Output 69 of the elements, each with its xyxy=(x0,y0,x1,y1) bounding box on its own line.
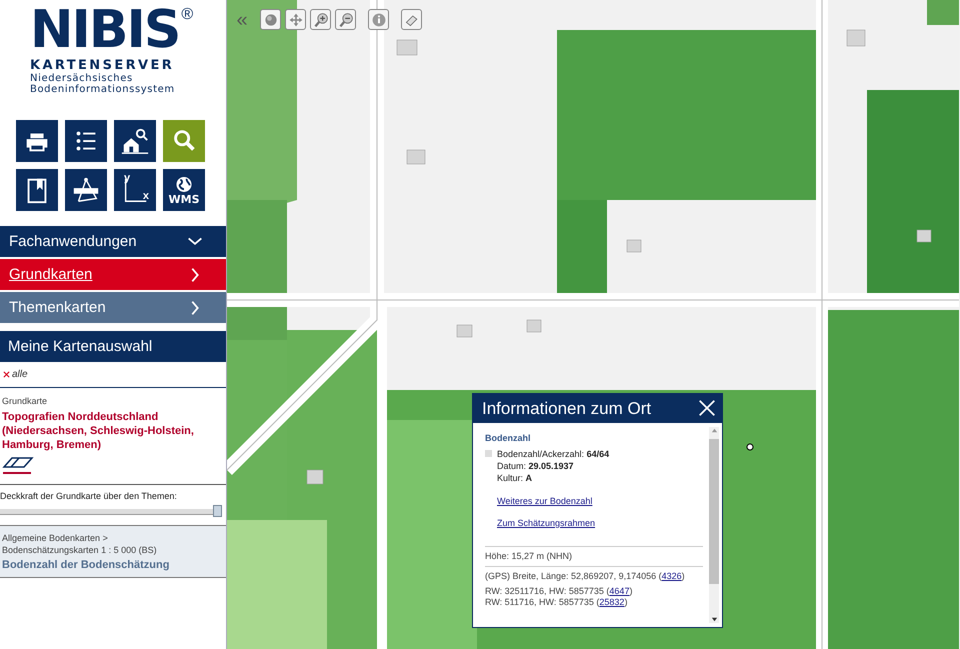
zoom-out-button[interactable] xyxy=(335,9,356,30)
menu-item[interactable]: Fachanwendungen xyxy=(0,226,226,257)
coordinate-text: (GPS) Breite, Länge: 52,869207, 9,174056 (4326) xyxy=(485,571,686,582)
section-header: Meine Kartenauswahl xyxy=(0,331,226,362)
remove-all-link[interactable]: alle xyxy=(12,369,28,380)
opacity-slider[interactable] xyxy=(0,505,222,517)
menu-item[interactable]: Grundkarten xyxy=(0,259,226,290)
coordinate-text: RW: 511716, HW: 5857735 (25832) xyxy=(485,597,628,608)
info-button[interactable] xyxy=(368,9,389,30)
info-icon xyxy=(370,12,386,28)
print-button[interactable] xyxy=(16,120,58,162)
building xyxy=(396,40,418,56)
logo-tagline: Bodeninformationssystem xyxy=(30,84,176,95)
list-button[interactable] xyxy=(65,120,107,162)
map-layers-icon xyxy=(2,455,34,475)
field-text: Datum: 29.05.1937 xyxy=(497,460,575,472)
building xyxy=(916,230,932,242)
breadcrumb-item: Allgemeine Bodenkarten xyxy=(2,533,100,543)
field-text: Bodenzahl/Ackerzahl: 64/64 xyxy=(497,448,610,460)
scrollbar[interactable] xyxy=(709,427,719,623)
building xyxy=(406,150,426,164)
home-search-icon xyxy=(120,126,150,156)
bullet-square xyxy=(485,450,492,457)
close-icon xyxy=(697,398,717,418)
breadcrumb-separator: > xyxy=(102,533,108,543)
pan-icon xyxy=(288,12,304,28)
epsg-link[interactable]: 4326 xyxy=(662,571,682,581)
field-text: Kultur: A xyxy=(497,472,534,484)
theme-layer-name[interactable]: Bodenzahl der Bodenschätzung xyxy=(2,559,224,571)
bookmark-button[interactable] xyxy=(16,169,58,211)
epsg-link[interactable]: 4647 xyxy=(609,586,630,596)
registered-mark: ® xyxy=(181,6,194,24)
info-link[interactable]: Zum Schätzungsrahmen xyxy=(497,518,703,528)
height-text: Höhe: 15,27 m (NHN) xyxy=(485,551,574,562)
popup-title: Informationen zum Ort xyxy=(482,398,652,418)
zoom-out-icon xyxy=(338,12,354,28)
menu-item[interactable]: Themenkarten xyxy=(0,292,226,323)
eraser-button[interactable] xyxy=(401,9,422,30)
wms-button[interactable]: WMS xyxy=(163,169,205,211)
epsg-link[interactable]: 25832 xyxy=(599,597,624,607)
building xyxy=(846,30,866,46)
breadcrumb-item: Bodenschätzungskarten 1 : 5 000 (BS) xyxy=(2,544,158,556)
up-arrow-icon xyxy=(710,427,718,434)
home-search-button[interactable] xyxy=(114,120,156,162)
building xyxy=(626,240,642,252)
slider-thumb[interactable] xyxy=(213,505,222,517)
location-marker-icon xyxy=(746,444,754,450)
building xyxy=(456,324,472,338)
building xyxy=(526,320,542,332)
basemap-name[interactable]: Topografien Norddeutschland (Niedersachsen, Schleswig-Holstein, Hamburg, Bremen) xyxy=(2,410,224,452)
down-arrow-icon xyxy=(710,616,718,623)
coordinate-text: RW: 32511716, HW: 5857735 (4647) xyxy=(485,586,634,597)
measure-icon xyxy=(71,175,101,205)
globe-icon xyxy=(262,12,278,28)
building xyxy=(306,470,324,484)
remove-icon xyxy=(3,371,10,378)
logo-tagline: Niedersächsisches xyxy=(30,73,134,84)
logo-title: NIBIS xyxy=(30,6,180,54)
zoom-in-button[interactable] xyxy=(310,9,331,30)
opacity-label: Deckkraft der Grundkarte über den Themen: xyxy=(0,491,178,501)
section-title: Bodenzahl xyxy=(485,433,532,443)
pan-button[interactable] xyxy=(285,9,306,30)
globe-button[interactable] xyxy=(260,9,281,30)
info-link[interactable]: Weiteres zur Bodenzahl xyxy=(497,496,703,506)
zoom-in-icon xyxy=(312,12,328,28)
logo-subtitle: KARTENSERVER xyxy=(30,58,176,73)
basemap-label: Grundkarte xyxy=(2,396,48,406)
search-button[interactable] xyxy=(163,120,205,162)
measure-button[interactable] xyxy=(65,169,107,211)
